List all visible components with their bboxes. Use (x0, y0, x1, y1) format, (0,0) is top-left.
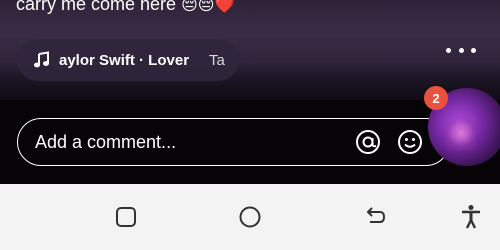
comment-placeholder: Add a comment... (35, 131, 177, 152)
accessibility-icon[interactable] (458, 204, 484, 230)
music-track-pill[interactable]: aylor Swift · Lover Ta (17, 39, 239, 81)
recents-square-icon[interactable] (113, 204, 139, 230)
music-note-icon (31, 49, 53, 71)
emoji-smiley-icon[interactable] (397, 129, 423, 155)
notification-badge: 2 (424, 86, 448, 110)
music-next-track: Ta (209, 51, 225, 69)
music-track-title: aylor Swift · Lover (59, 51, 190, 69)
system-navigation-bar (0, 184, 500, 250)
comment-input[interactable]: Add a comment... (17, 118, 450, 166)
at-mention-icon[interactable] (355, 129, 381, 155)
home-circle-icon[interactable] (237, 204, 263, 230)
back-arrow-icon[interactable] (362, 204, 388, 230)
video-caption: carry me come here 😔😔❤️ (16, 0, 234, 15)
live-avatar[interactable]: 2 (424, 86, 500, 166)
more-options-icon[interactable] (446, 40, 476, 60)
caption-emojis: 😔😔❤️ (181, 0, 235, 14)
caption-text: carry me come here (16, 0, 177, 14)
